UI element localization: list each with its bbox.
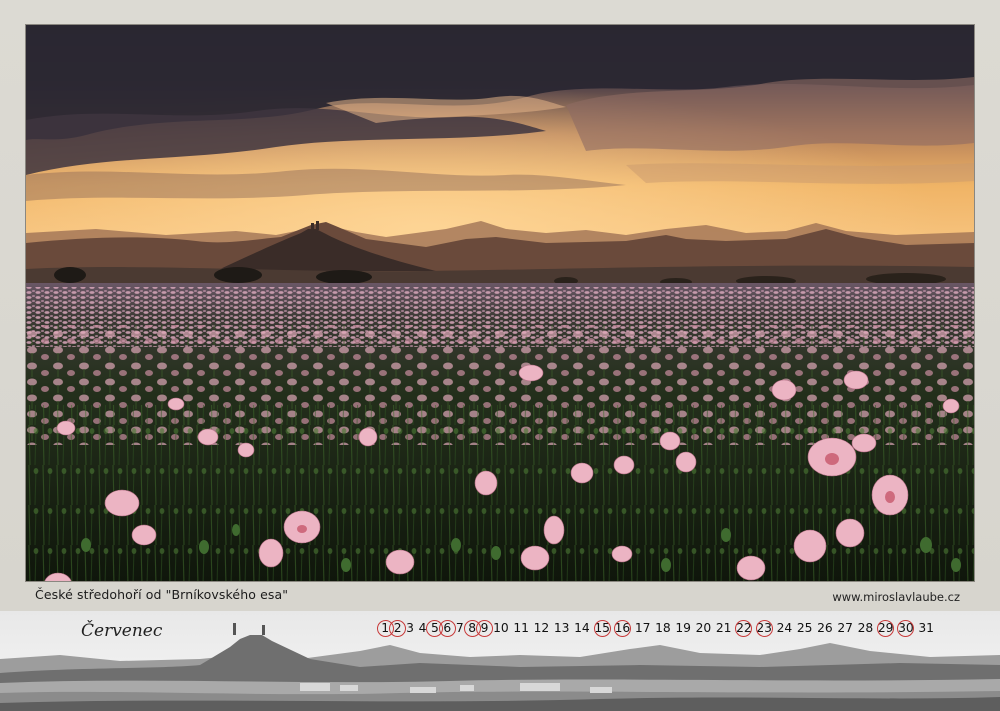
photo-illustration <box>26 25 974 581</box>
calendar-day: 2 <box>389 619 407 637</box>
calendar-day: 14 <box>574 621 590 635</box>
calendar-day: 30 <box>896 619 916 637</box>
calendar-day: 27 <box>837 621 853 635</box>
photo-caption: České středohoří od "Brníkovského esa" <box>35 587 289 602</box>
calendar-day: 17 <box>634 621 651 635</box>
website-link[interactable]: www.miroslavlaube.cz <box>832 590 960 604</box>
calendar-day: 26 <box>817 621 833 635</box>
calendar-day: 11 <box>513 621 529 635</box>
calendar-day: 29 <box>876 619 896 637</box>
calendar-day: 3 <box>406 621 414 635</box>
month-label: Červenec <box>81 621 163 641</box>
calendar-day: 13 <box>553 621 570 635</box>
calendar-days: 1 2 3 4 5 6 7 8 9 10 11 12 13 14 15 16 17 18 19 20 21 22 23 24 2… <box>376 619 936 637</box>
calendar-day: 6 <box>438 619 457 637</box>
calendar-day: 31 <box>918 621 934 635</box>
calendar-day: 20 <box>695 621 712 635</box>
calendar-day: 16 <box>612 619 632 637</box>
calendar-day: 18 <box>655 621 671 635</box>
calendar-day: 23 <box>754 619 774 637</box>
calendar-day: 24 <box>776 621 793 635</box>
calendar-day: 19 <box>675 621 691 635</box>
calendar-day: 9 <box>475 619 494 637</box>
calendar-day: 10 <box>493 621 509 635</box>
calendar-day: 21 <box>715 621 732 635</box>
calendar-day: 25 <box>796 621 813 635</box>
calendar-day: 28 <box>857 621 874 635</box>
calendar-day: 22 <box>734 619 754 637</box>
calendar-day: 15 <box>592 619 612 637</box>
landscape-photo <box>26 25 974 581</box>
calendar-day: 12 <box>533 621 550 635</box>
